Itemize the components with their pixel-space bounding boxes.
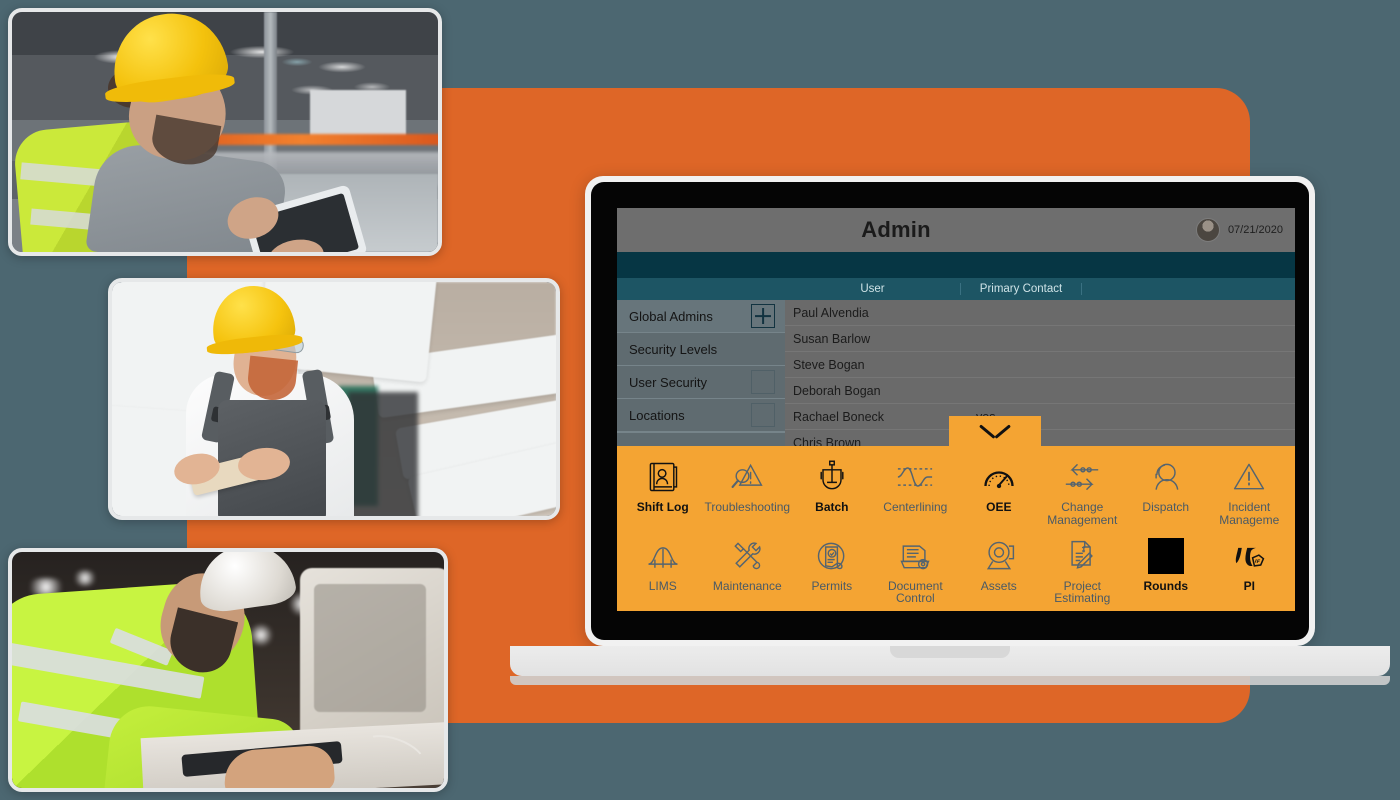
- module-batch[interactable]: Batch: [790, 452, 873, 531]
- bell-curve-icon: [645, 535, 681, 577]
- column-header-user[interactable]: User: [785, 283, 961, 295]
- tray-toggle-button[interactable]: [949, 416, 1041, 447]
- module-tray: Shift Log Troubleshooting Batch Centerli…: [617, 416, 1295, 611]
- sidebar-item-user-security[interactable]: User Security: [617, 366, 785, 399]
- module-label: Project Estimating: [1054, 578, 1111, 606]
- module-shift-log[interactable]: Shift Log: [621, 452, 704, 531]
- laptop-bezel: Admin 07/21/2020 User Primary Contact Gl…: [591, 182, 1309, 640]
- app-body: Global Admins Security Levels User Secur…: [617, 300, 1295, 611]
- cell-user: Deborah Bogan: [793, 383, 881, 398]
- module-troubleshooting[interactable]: Troubleshooting: [704, 452, 790, 531]
- module-label: Incident Manageme: [1219, 500, 1280, 527]
- module-label: LIMS: [648, 578, 677, 593]
- rounds-square-icon: [1147, 535, 1184, 577]
- app-header: Admin 07/21/2020: [617, 208, 1295, 252]
- add-icon-disabled: [751, 370, 775, 394]
- chevron-down-icon: [980, 424, 1010, 439]
- pi-osisoft-icon: [1231, 535, 1267, 577]
- laptop-screen: Admin 07/21/2020 User Primary Contact Gl…: [617, 208, 1295, 611]
- module-label: Change Management: [1047, 500, 1118, 527]
- module-label: Troubleshooting: [704, 500, 791, 514]
- module-label: OEE: [986, 500, 1012, 514]
- module-label: Assets: [980, 578, 1017, 593]
- cell-user: Susan Barlow: [793, 331, 871, 346]
- admin-application: Admin 07/21/2020 User Primary Contact Gl…: [617, 208, 1295, 611]
- module-label: Batch: [815, 500, 849, 514]
- module-label: Shift Log: [636, 500, 689, 514]
- module-change-management[interactable]: Change Management: [1041, 452, 1124, 531]
- white-hard-hat: [194, 552, 298, 615]
- plant-shadow: [348, 392, 418, 516]
- module-label: Dispatch: [1142, 500, 1190, 514]
- centerlining-wave-icon: [895, 456, 935, 498]
- troubleshooting-icon: [729, 456, 765, 498]
- table-column-headers: User Primary Contact: [617, 278, 1295, 300]
- sidebar-item-global-admins[interactable]: Global Admins: [617, 300, 785, 333]
- sidebar-empty-area: [617, 432, 785, 433]
- module-label: Maintenance: [712, 578, 782, 593]
- batch-reactor-icon: [814, 456, 850, 498]
- document-gear-icon: [897, 535, 933, 577]
- module-label: Document Control: [887, 578, 943, 606]
- module-document-control[interactable]: Document Control: [874, 531, 957, 610]
- headset-person-icon: [1148, 456, 1184, 498]
- table-row[interactable]: Paul Alvendia: [785, 300, 1295, 326]
- add-icon-disabled: [751, 403, 775, 427]
- pump-motor-icon: [981, 535, 1017, 577]
- composite-stage: Admin 07/21/2020 User Primary Contact Gl…: [0, 0, 1400, 800]
- add-icon[interactable]: [751, 304, 775, 328]
- module-grid: Shift Log Troubleshooting Batch Centerli…: [617, 446, 1295, 611]
- column-header-primary-contact[interactable]: Primary Contact: [961, 283, 1082, 295]
- warning-triangle-icon: [1231, 456, 1267, 498]
- laptop-base: [510, 646, 1390, 676]
- invoice-pencil-icon: [1064, 535, 1100, 577]
- module-dispatch[interactable]: Dispatch: [1124, 452, 1207, 531]
- cell-user: Paul Alvendia: [793, 305, 869, 320]
- module-permits[interactable]: Permits: [790, 531, 873, 610]
- cell-user: Steve Bogan: [793, 357, 865, 372]
- sidebar-item-label: Security Levels: [629, 341, 718, 357]
- module-label: PI: [1243, 578, 1255, 593]
- page-title: Admin: [861, 217, 931, 242]
- photo-worker-tablet-plant: [108, 278, 560, 520]
- photo-worker-tablet-warehouse: [8, 8, 442, 256]
- module-maintenance[interactable]: Maintenance: [704, 531, 790, 610]
- header-date: 07/21/2020: [1227, 224, 1283, 236]
- wrench-screwdriver-icon: [729, 535, 765, 577]
- laptop-mockup: Admin 07/21/2020 User Primary Contact Gl…: [510, 176, 1390, 686]
- permit-check-icon: [814, 535, 850, 577]
- sidebar-item-label: User Security: [629, 374, 708, 390]
- module-rounds[interactable]: Rounds: [1124, 531, 1207, 610]
- cell-user: Rachael Boneck: [793, 409, 885, 424]
- module-assets[interactable]: Assets: [957, 531, 1040, 610]
- header-right-group: 07/21/2020: [1195, 208, 1283, 252]
- avatar[interactable]: [1195, 218, 1220, 242]
- module-pi[interactable]: PI: [1208, 531, 1291, 610]
- sidebar-item-label: Global Admins: [629, 308, 713, 324]
- module-lims[interactable]: LIMS: [621, 531, 704, 610]
- sidebar-item-locations[interactable]: Locations: [617, 399, 785, 432]
- change-arrows-icon: [1062, 456, 1102, 498]
- module-label: Centerlining: [883, 500, 948, 514]
- module-label: Permits: [811, 578, 853, 593]
- table-row[interactable]: Deborah Bogan: [785, 378, 1295, 404]
- sidebar-item-label: Locations: [629, 407, 685, 423]
- laptop-lid: Admin 07/21/2020 User Primary Contact Gl…: [585, 176, 1315, 646]
- module-oee[interactable]: OEE: [957, 452, 1040, 531]
- toolbar-band: [617, 252, 1295, 278]
- photo-worker-terminal-hi-vis: [8, 548, 448, 792]
- gauge-icon: [981, 456, 1017, 498]
- table-row[interactable]: Steve Bogan: [785, 352, 1295, 378]
- sidebar-item-security-levels[interactable]: Security Levels: [617, 333, 785, 366]
- module-incident-management[interactable]: Incident Manageme: [1208, 452, 1291, 531]
- module-centerlining[interactable]: Centerlining: [874, 452, 957, 531]
- table-row[interactable]: Susan Barlow: [785, 326, 1295, 352]
- module-label: Rounds: [1143, 578, 1189, 593]
- laptop-base-shadow: [510, 676, 1390, 685]
- module-project-estimating[interactable]: Project Estimating: [1041, 531, 1124, 610]
- shift-log-icon: [645, 456, 681, 498]
